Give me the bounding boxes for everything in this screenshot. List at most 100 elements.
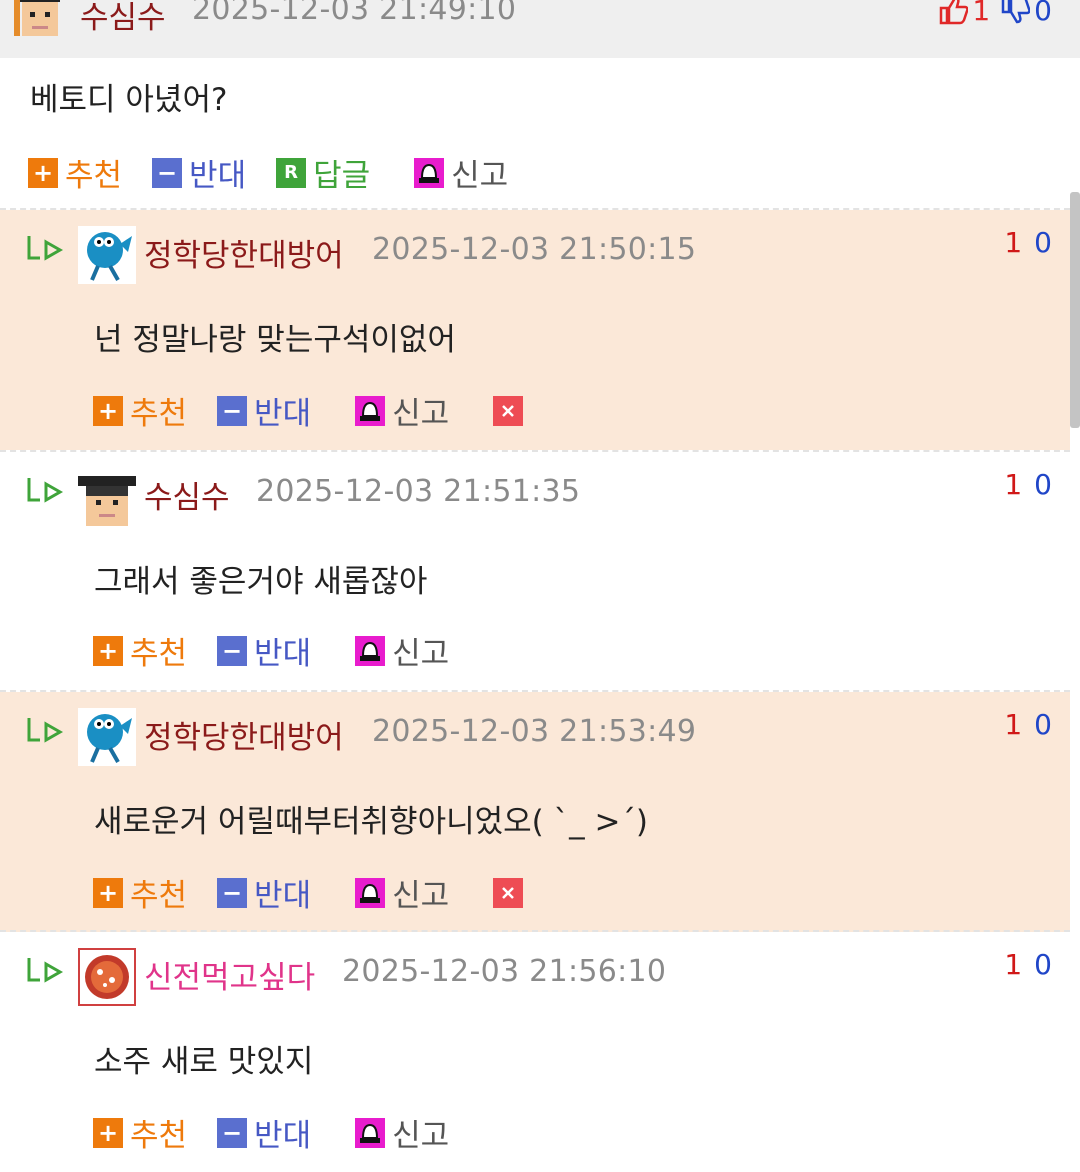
recommend-button[interactable]: + 추천 (93, 388, 187, 433)
minus-icon: − (217, 1117, 248, 1148)
oppose-button[interactable]: − 반대 (217, 870, 311, 915)
avatar[interactable] (78, 226, 136, 284)
recommend-label: 추천 (130, 878, 188, 914)
reply-label: 답글 (313, 158, 371, 194)
vote-counts: 1 0 (1004, 468, 1052, 501)
oppose-label: 반대 (254, 878, 312, 914)
comment-body: 베토디 아녔어? (30, 82, 228, 118)
comment-body: 넌 정말나랑 맞는구석이없어 (94, 322, 456, 358)
comment-body: 새로운거 어릴때부터취향아니었오( `_ >´) (94, 804, 649, 840)
reply-button[interactable]: R 답글 (276, 150, 370, 195)
plus-icon: + (93, 877, 123, 908)
recommend-label: 추천 (65, 158, 123, 194)
siren-icon (355, 395, 386, 426)
reply-comment: 정학당한대방어 2025-12-03 21:53:49 1 0 새로운거 어릴때… (0, 692, 1070, 932)
plus-icon: + (28, 157, 58, 188)
report-label: 신고 (392, 878, 450, 914)
comment-date: 2025-12-03 21:53:49 (372, 714, 697, 749)
reply-comment: 신전먹고싶다 2025-12-03 21:56:10 1 0 소주 새로 맛있지… (0, 932, 1070, 1172)
comment-date: 2025-12-03 21:51:35 (256, 474, 581, 509)
siren-icon (355, 635, 386, 666)
siren-icon (355, 1117, 386, 1148)
plus-icon: + (93, 395, 123, 426)
delete-button[interactable] (493, 395, 524, 426)
oppose-button[interactable]: − 반대 (152, 150, 246, 195)
comment-header: 수심수 2025-12-03 21:49:10 1 0 (0, 0, 1080, 58)
comment-actions: + 추천 − 반대 신고 (93, 388, 524, 433)
comment-actions: + 추천 − 반대 신고 (93, 870, 524, 915)
scrollbar[interactable] (1070, 192, 1080, 428)
author-nickname[interactable]: 수심수 (80, 0, 166, 37)
author-nickname[interactable]: 수심수 (144, 472, 230, 517)
report-button[interactable]: 신고 (355, 388, 449, 433)
comment-date: 2025-12-03 21:56:10 (342, 954, 667, 989)
upvote-count: 1 (1004, 226, 1023, 259)
plus-icon: + (93, 635, 123, 666)
vote-counts: 1 0 (1004, 708, 1052, 741)
thumbs-up-icon[interactable] (938, 0, 969, 25)
comment-body: 소주 새로 맛있지 (94, 1044, 314, 1080)
report-label: 신고 (392, 636, 450, 672)
author-nickname[interactable]: 신전먹고싶다 (144, 952, 315, 997)
oppose-label: 반대 (254, 1118, 312, 1154)
recommend-label: 추천 (130, 396, 188, 432)
reply-arrow-icon (27, 718, 64, 743)
report-label: 신고 (451, 158, 509, 194)
downvote-count: 0 (1034, 468, 1052, 501)
delete-button[interactable] (493, 877, 524, 908)
comment-actions: + 추천 − 반대 신고 (93, 1110, 449, 1155)
recommend-button[interactable]: + 추천 (93, 628, 187, 673)
close-icon (502, 886, 515, 899)
avatar[interactable] (78, 948, 136, 1006)
vote-counts: 1 0 (938, 0, 1052, 30)
reply-comment: 정학당한대방어 2025-12-03 21:50:15 1 0 넌 정말나랑 맞… (0, 210, 1070, 450)
report-button[interactable]: 신고 (355, 870, 449, 915)
minus-icon: − (217, 635, 248, 666)
close-icon (502, 404, 515, 417)
reply-icon: R (276, 157, 307, 188)
upvote-count: 1 (972, 0, 991, 27)
reply-arrow-icon (27, 958, 64, 983)
downvote-count: 0 (1034, 948, 1052, 981)
author-nickname[interactable]: 정학당한대방어 (144, 230, 344, 275)
recommend-label: 추천 (130, 1118, 188, 1154)
minus-icon: − (217, 395, 248, 426)
report-label: 신고 (392, 1118, 450, 1154)
siren-icon (414, 157, 445, 188)
downvote-count: 0 (1034, 0, 1052, 27)
vote-counts: 1 0 (1004, 226, 1052, 259)
plus-icon: + (93, 1117, 123, 1148)
thumbs-down-icon[interactable] (1000, 0, 1031, 25)
oppose-button[interactable]: − 반대 (217, 1110, 311, 1155)
recommend-label: 추천 (130, 636, 188, 672)
minus-icon: − (217, 877, 248, 908)
downvote-count: 0 (1034, 708, 1052, 741)
report-button[interactable]: 신고 (414, 150, 508, 195)
minus-icon: − (152, 157, 183, 188)
oppose-button[interactable]: − 반대 (217, 628, 311, 673)
comment-actions: + 추천 − 반대 신고 (93, 628, 449, 673)
comment-date: 2025-12-03 21:50:15 (372, 232, 697, 267)
report-label: 신고 (392, 396, 450, 432)
comment-date: 2025-12-03 21:49:10 (192, 0, 517, 27)
reply-arrow-icon (27, 478, 64, 503)
recommend-button[interactable]: + 추천 (93, 1110, 187, 1155)
siren-icon (355, 877, 386, 908)
oppose-label: 반대 (254, 636, 312, 672)
report-button[interactable]: 신고 (355, 1110, 449, 1155)
comment: 베토디 아녔어? + 추천 − 반대 R 답글 신고 (0, 58, 1080, 208)
upvote-count: 1 (1004, 468, 1023, 501)
upvote-count: 1 (1004, 708, 1023, 741)
comment-body: 그래서 좋은거야 새롭잖아 (94, 564, 428, 600)
author-nickname[interactable]: 정학당한대방어 (144, 712, 344, 757)
avatar[interactable] (14, 0, 66, 42)
recommend-button[interactable]: + 추천 (93, 870, 187, 915)
recommend-button[interactable]: + 추천 (28, 150, 122, 195)
oppose-button[interactable]: − 반대 (217, 388, 311, 433)
vote-counts: 1 0 (1004, 948, 1052, 981)
report-button[interactable]: 신고 (355, 628, 449, 673)
reply-comment: 수심수 2025-12-03 21:51:35 1 0 그래서 좋은거야 새롭잖… (0, 452, 1070, 692)
comment-actions: + 추천 − 반대 R 답글 신고 (28, 150, 508, 195)
avatar[interactable] (78, 708, 136, 766)
avatar[interactable] (78, 468, 136, 526)
